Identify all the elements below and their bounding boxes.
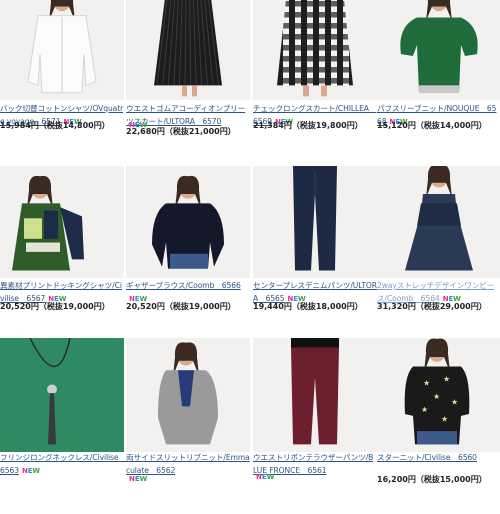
product-title: ギャザーブラウス/Coomb 6566: [126, 281, 241, 290]
product-price: 16,200円（税抜15,000円）: [377, 475, 487, 484]
product-price: 31,320円（税抜29,000円）: [377, 302, 487, 311]
product-title: スターニット/Civilise 6560: [377, 453, 477, 462]
product-price: 20,520円（税抜19,000円）: [0, 302, 110, 311]
product-title-link[interactable]: フリンジロングネックレス/Civilise 6563 NEW: [0, 451, 126, 478]
product-card[interactable]: 2wayストレッチデザインワンピース/Coomb 6564 NEW 31,320円（…: [377, 166, 500, 342]
product-title: 2wayストレッチデザインワンピース/Coomb 6564: [377, 281, 495, 303]
product-photo[interactable]: [126, 166, 250, 278]
pleated-skirt-icon: [154, 0, 222, 97]
product-card[interactable]: センタープレスデニムパンツ/ULTORA 6565 NEW 19,440円（税抜18…: [253, 166, 377, 342]
product-card[interactable]: 異素材プリントドッキングシャツ/Civilise 6567 NEW 20,520円（…: [0, 166, 124, 342]
product-title: センタープレスデニムパンツ/ULTORA 6565: [253, 281, 377, 303]
product-photo[interactable]: [126, 0, 250, 100]
product-title-link[interactable]: スターニット/Civilise 6560: [377, 451, 500, 464]
product-photo[interactable]: ★ ★ ★ ★ ★ ★: [377, 338, 500, 452]
product-card[interactable]: チェックロングスカート/CHILLEA 6569 NEW 21,384円（税抜19,…: [253, 0, 377, 166]
product-card[interactable]: バック切替コットンシャツ/OVquatre voyage 6571 NEW 15,9…: [0, 0, 124, 166]
product-card[interactable]: ウエストゴムアコーディオンプリーツスカート/ULTORA 6570 NEW 22,6…: [126, 0, 250, 166]
product-card[interactable]: 両サイドスリットリブニット/Emmaculate 6562 NEW: [126, 338, 250, 514]
product-photo[interactable]: [0, 338, 124, 452]
product-card[interactable]: ギャザーブラウス/Coomb 6566NEW 20,520円（税抜19,000円）: [126, 166, 250, 342]
product-photo[interactable]: [377, 166, 500, 278]
product-title: フリンジロングネックレス/Civilise 6563: [0, 453, 126, 475]
svg-text:★: ★: [433, 392, 440, 401]
product-card[interactable]: フリンジロングネックレス/Civilise 6563 NEW: [0, 338, 126, 514]
product-photo[interactable]: [0, 166, 124, 278]
product-photo[interactable]: [253, 338, 377, 452]
product-grid: バック切替コットンシャツ/OVquatre voyage 6571 NEW 15,9…: [0, 0, 500, 496]
product-photo[interactable]: [0, 0, 124, 100]
svg-text:★: ★: [441, 415, 448, 424]
navy-dress-icon: [405, 166, 473, 271]
svg-text:★: ★: [443, 375, 450, 384]
navy-blouse-icon: [152, 175, 224, 269]
svg-text:★: ★: [423, 379, 430, 388]
product-card[interactable]: ★ ★ ★ ★ ★ ★ スターニット/Civilise 6560 16,200円（税抜15,0…: [377, 338, 500, 514]
burgundy-pants-icon: [291, 338, 339, 445]
product-photo[interactable]: [126, 338, 250, 452]
product-card[interactable]: パフスリーブニット/NOUQUE 6568 NEW 15,120円（税抜14,000…: [377, 0, 500, 166]
grey-knit-icon: [158, 342, 218, 445]
product-card[interactable]: ウエストリボンテラウザーパンツ/BLUE FRONCE 6561 NEW: [253, 338, 377, 514]
new-badge-line: NEW: [126, 466, 147, 485]
new-badge: NEW: [21, 467, 41, 475]
product-price: 20,520円（税抜19,000円）: [126, 302, 236, 311]
print-shirt-icon: [12, 175, 84, 271]
product-price: 21,384円（税抜19,800円）: [253, 121, 363, 130]
product-price: 22,680円（税抜21,000円）: [126, 127, 236, 136]
product-price: 19,440円（税抜18,000円）: [253, 302, 363, 311]
product-photo[interactable]: [377, 0, 500, 100]
new-badge: NEW: [129, 475, 148, 483]
check-skirt-icon: [277, 0, 353, 97]
svg-text:★: ★: [451, 398, 458, 407]
new-badge: NEW: [256, 473, 275, 481]
product-photo[interactable]: [253, 0, 377, 100]
svg-text:★: ★: [421, 405, 428, 414]
fringe-necklace-icon: [0, 338, 124, 452]
new-badge-line: NEW: [253, 464, 274, 483]
product-price: 15,120円（税抜14,000円）: [377, 121, 487, 130]
star-knit-icon: ★ ★★★★★: [404, 338, 470, 445]
product-photo[interactable]: [253, 166, 377, 278]
white-shirt-icon: [27, 0, 97, 94]
green-knit-icon: [400, 0, 478, 93]
denim-pants-icon: [293, 166, 337, 271]
product-price: 15,984円（税抜14,800円）: [0, 121, 110, 130]
